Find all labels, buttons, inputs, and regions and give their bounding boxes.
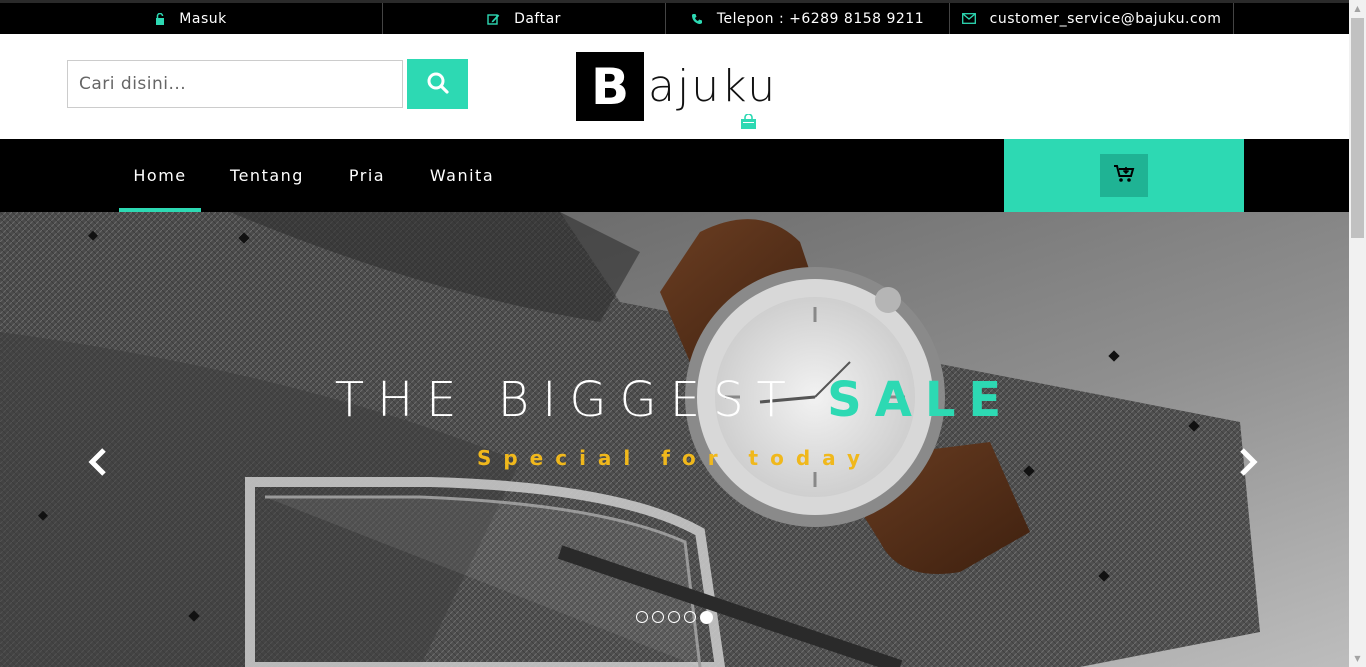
cart-panel <box>1004 139 1244 212</box>
site-logo[interactable]: B ajuku <box>576 52 777 121</box>
chevron-right-icon <box>1237 447 1259 481</box>
hero-background-image <box>0 212 1349 667</box>
lock-icon <box>155 12 165 25</box>
login-label: Masuk <box>179 10 227 27</box>
phone-label: Telepon : +6289 8158 9211 <box>716 10 925 27</box>
carousel-dot[interactable] <box>668 611 680 623</box>
logo-text: ajuku <box>648 61 778 112</box>
email-link[interactable]: customer_service@bajuku.com <box>950 3 1234 34</box>
register-label: Daftar <box>514 10 561 27</box>
login-link[interactable]: Masuk <box>0 3 383 34</box>
cart-icon <box>1113 164 1135 188</box>
email-label: customer_service@bajuku.com <box>989 10 1222 27</box>
nav-item-pria[interactable]: Pria <box>334 139 400 212</box>
nav-item-label: Tentang <box>230 166 304 185</box>
carousel-next-button[interactable] <box>1228 444 1268 484</box>
hero-title-plain: THE BIGGEST <box>334 372 828 428</box>
nav-item-home[interactable]: Home <box>119 139 201 212</box>
cart-button[interactable] <box>1100 154 1148 197</box>
hero-title: THE BIGGEST SALE <box>0 372 1349 428</box>
carousel-prev-button[interactable] <box>78 444 118 484</box>
site-header: B ajuku <box>0 34 1349 139</box>
shopping-bag-icon <box>740 113 757 134</box>
hero-carousel: THE BIGGEST SALE Special for today <box>0 212 1349 667</box>
logo-letter: B <box>576 52 644 121</box>
carousel-dot-active[interactable] <box>700 611 713 624</box>
search-input[interactable] <box>67 60 403 108</box>
hero-title-accent: SALE <box>827 372 1015 428</box>
nav-item-wanita[interactable]: Wanita <box>416 139 508 212</box>
scrollbar-thumb[interactable] <box>1351 18 1364 238</box>
chevron-left-icon <box>87 447 109 481</box>
scroll-up-arrow-icon[interactable]: ▲ <box>1349 0 1366 17</box>
carousel-dot[interactable] <box>652 611 664 623</box>
hero-subtitle: Special for today <box>476 446 873 470</box>
nav-item-tentang[interactable]: Tentang <box>216 139 318 212</box>
page-scrollbar[interactable]: ▲ ▼ <box>1349 0 1366 667</box>
scroll-down-arrow-icon[interactable]: ▼ <box>1349 650 1366 667</box>
phone-icon <box>691 13 703 25</box>
top-info-bar: Masuk Daftar Telepon : +6289 8158 9211 c… <box>0 0 1349 34</box>
edit-icon <box>487 13 500 25</box>
register-link[interactable]: Daftar <box>383 3 666 34</box>
search-icon <box>426 71 450 98</box>
nav-item-label: Wanita <box>429 166 495 185</box>
carousel-indicators <box>636 611 713 624</box>
main-nav: Home Tentang Pria Wanita <box>0 139 1349 212</box>
carousel-dot[interactable] <box>684 611 696 623</box>
search-button[interactable] <box>407 59 468 109</box>
carousel-dot[interactable] <box>636 611 648 623</box>
nav-item-label: Home <box>133 166 187 185</box>
envelope-icon <box>961 13 976 24</box>
nav-item-label: Pria <box>348 166 386 185</box>
phone-info: Telepon : +6289 8158 9211 <box>666 3 950 34</box>
